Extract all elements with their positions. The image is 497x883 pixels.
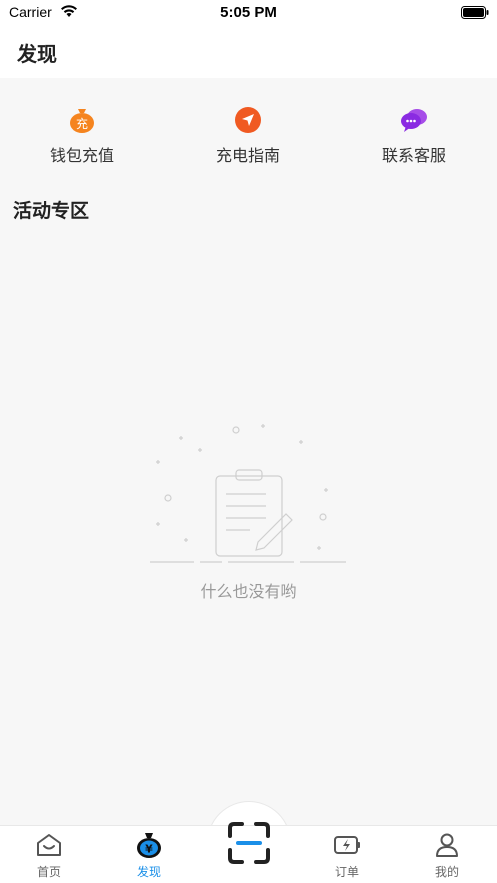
tab-discover-label: 发现 [136,865,161,879]
scan-icon[interactable] [226,820,272,866]
quick-actions: 充 钱包充值 充电指南 联系客服 [0,106,497,170]
wallet-recharge-icon: 充 [70,109,94,133]
navigation-arrow-icon [235,107,261,133]
svg-text:充: 充 [76,116,88,131]
status-bar: Carrier 5:05 PM [0,0,497,28]
empty-clipboard-icon [150,424,346,563]
chat-bubbles-icon [401,109,427,132]
battery-icon [461,6,489,19]
page-title: 发现 [17,42,57,66]
status-time: 5:05 PM [220,4,277,21]
contact-service-button[interactable]: 联系客服 [344,106,484,166]
nav-bar: 发现 [0,28,497,78]
svg-text:¥: ¥ [145,843,153,856]
charging-guide-button[interactable]: 充电指南 [178,106,318,166]
tab-home[interactable]: 首页 [9,831,89,880]
tab-me[interactable]: 我的 [407,831,487,880]
battery-charge-icon [334,836,360,854]
charging-guide-label: 充电指南 [215,146,280,165]
tab-me-label: 我的 [434,865,459,879]
user-icon [436,833,458,857]
tab-orders-label: 订单 [334,865,359,879]
section-title: 活动专区 [13,200,90,222]
home-icon [37,834,61,856]
wallet-recharge-label: 钱包充值 [49,146,114,165]
contact-service-label: 联系客服 [381,146,446,165]
empty-state-text: 什么也没有哟 [200,582,297,601]
tab-home-label: 首页 [36,865,61,879]
wallet-recharge-button[interactable]: 充 钱包充值 [12,106,152,166]
tab-orders[interactable]: 订单 [307,831,387,880]
money-bag-icon: ¥ [137,833,161,858]
tab-discover[interactable]: ¥ 发现 [109,831,189,880]
